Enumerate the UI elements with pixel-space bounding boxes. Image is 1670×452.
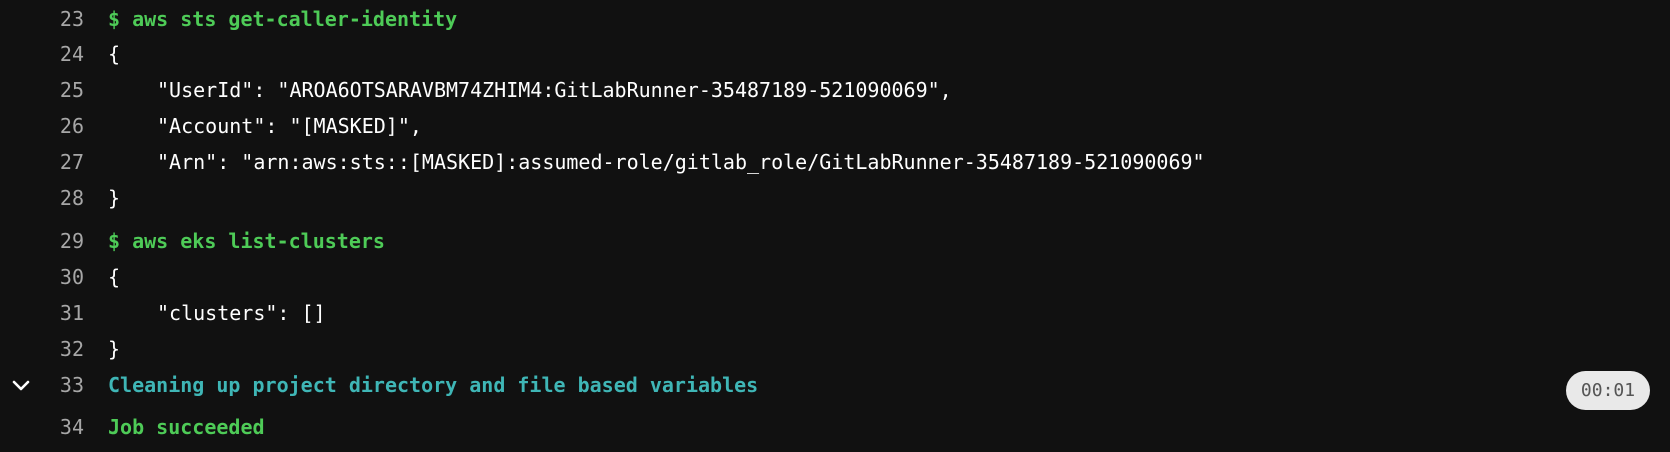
line-number[interactable]: 33: [0, 367, 84, 403]
log-line: 26 "Account": "[MASKED]",: [0, 108, 1670, 144]
line-number[interactable]: 23: [0, 1, 84, 37]
log-text: }: [108, 186, 121, 210]
line-number[interactable]: 30: [0, 259, 84, 295]
log-line: 32 }: [0, 331, 1670, 367]
job-log: 23 $ aws sts get-caller-identity 24 { 25…: [0, 0, 1670, 452]
section-header-line[interactable]: 33 Cleaning up project directory and fil…: [0, 367, 1670, 403]
log-text: }: [108, 337, 121, 361]
log-text: "Arn": "arn:aws:sts::[MASKED]:assumed-ro…: [157, 150, 1205, 174]
log-line: 31 "clusters": []: [0, 295, 1670, 331]
line-number[interactable]: 28: [0, 180, 84, 216]
log-line: 30 {: [0, 259, 1670, 295]
log-text: {: [108, 265, 121, 289]
log-line: 25 "UserId": "AROA6OTSARAVBM74ZHIM4:GitL…: [0, 72, 1670, 108]
log-line: 27 "Arn": "arn:aws:sts::[MASKED]:assumed…: [0, 144, 1670, 180]
command-text: $ aws eks list-clusters: [108, 229, 385, 253]
line-number[interactable]: 34: [0, 409, 84, 445]
log-text: "clusters": []: [157, 301, 326, 325]
line-number[interactable]: 27: [0, 144, 84, 180]
log-line: 24 {: [0, 36, 1670, 72]
line-number[interactable]: 29: [0, 223, 84, 259]
log-text: {: [108, 42, 121, 66]
log-text: "UserId": "AROA6OTSARAVBM74ZHIM4:GitLabR…: [157, 78, 952, 102]
log-text: "Account": "[MASKED]",: [157, 114, 422, 138]
job-status-text: Job succeeded: [108, 415, 265, 439]
command-text: $ aws sts get-caller-identity: [108, 7, 458, 31]
line-number[interactable]: 24: [0, 36, 84, 72]
section-header-text: Cleaning up project directory and file b…: [108, 373, 759, 397]
line-number[interactable]: 25: [0, 72, 84, 108]
log-line: 23 $ aws sts get-caller-identity: [0, 1, 1670, 37]
log-line: 34 Job succeeded: [0, 409, 1670, 445]
line-number[interactable]: 32: [0, 331, 84, 367]
log-line: 29 $ aws eks list-clusters: [0, 223, 1670, 259]
section-duration-badge: 00:01: [1566, 371, 1650, 410]
log-line: 28 }: [0, 180, 1670, 216]
line-number[interactable]: 31: [0, 295, 84, 331]
line-number[interactable]: 26: [0, 108, 84, 144]
